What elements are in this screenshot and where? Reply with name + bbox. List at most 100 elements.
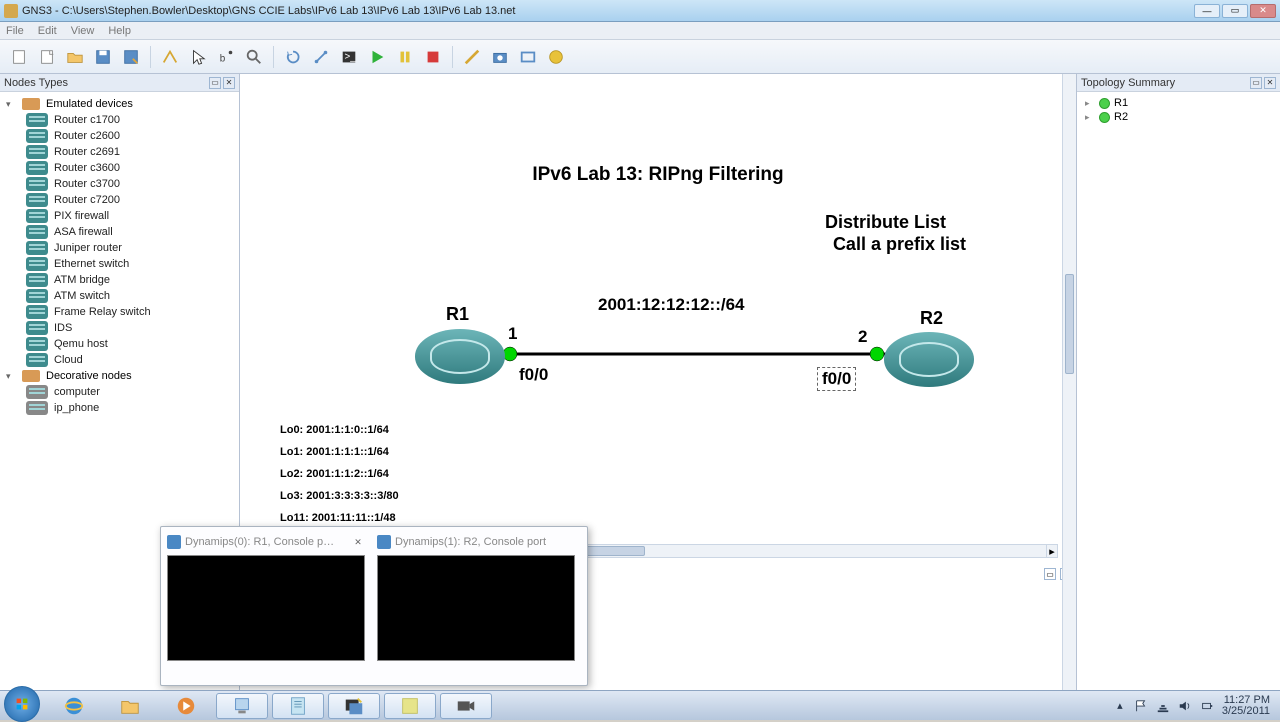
router-icon [26, 129, 48, 143]
expand-icon[interactable]: ▸ [1085, 112, 1095, 123]
taskbar-notepad[interactable] [272, 693, 324, 719]
taskbar-putty[interactable] [328, 693, 380, 719]
panel-undock-button[interactable]: ▭ [209, 77, 221, 89]
start-button[interactable] [364, 44, 390, 70]
taskbar-wmp[interactable] [160, 693, 212, 719]
node-label: ATM switch [54, 290, 110, 302]
power-icon[interactable] [1200, 699, 1214, 713]
router-r2[interactable] [884, 332, 974, 387]
maximize-button[interactable]: ▭ [1222, 4, 1248, 18]
topology-title: IPv6 Lab 13: RIPng Filtering [532, 164, 783, 186]
preview-thumb-r1[interactable] [167, 555, 365, 661]
nodes-panel-header: Nodes Types ▭ ✕ [0, 74, 239, 92]
ellipse-button[interactable] [543, 44, 569, 70]
node-type-item[interactable]: ASA firewall [2, 224, 237, 240]
router-icon [26, 177, 48, 191]
loopbacks-text: Lo0: 2001:1:1:0::1/64Lo1: 2001:1:1:1::1/… [280, 419, 399, 529]
node-type-item[interactable]: Router c7200 [2, 192, 237, 208]
save-button[interactable] [90, 44, 116, 70]
interface-r2[interactable]: f0/0 [817, 367, 856, 391]
preview-r1[interactable]: Dynamips(0): R1, Console p… ✕ [167, 533, 365, 679]
show-label-button[interactable]: b [213, 44, 239, 70]
start-button[interactable] [4, 686, 40, 722]
volume-icon[interactable] [1178, 699, 1192, 713]
new-button[interactable] [6, 44, 32, 70]
menu-view[interactable]: View [71, 25, 95, 37]
node-label: Router c7200 [54, 194, 120, 206]
summary-label: R1 [1114, 97, 1128, 109]
taskbar-gns3[interactable] [216, 693, 268, 719]
panel-close-button[interactable]: ✕ [223, 77, 235, 89]
clock[interactable]: 11:27 PM 3/25/2011 [1222, 695, 1270, 717]
node-type-item[interactable]: ip_phone [2, 400, 237, 416]
preview-thumb-r2[interactable] [377, 555, 575, 661]
router-icon [26, 113, 48, 127]
menu-file[interactable]: File [6, 25, 24, 37]
connect-button[interactable] [308, 44, 334, 70]
taskbar-sticky[interactable] [384, 693, 436, 719]
summary-item[interactable]: ▸ R1 [1081, 96, 1276, 110]
node-label: Router c3700 [54, 178, 120, 190]
close-button[interactable]: ✕ [1250, 4, 1276, 18]
expand-icon[interactable]: ▸ [1085, 98, 1095, 109]
status-icon [1099, 98, 1110, 109]
console-button[interactable]: >_ [336, 44, 362, 70]
stop-button[interactable] [420, 44, 446, 70]
node-type-item[interactable]: Router c3700 [2, 176, 237, 192]
node-type-item[interactable]: Router c2691 [2, 144, 237, 160]
node-type-item[interactable]: Cloud [2, 352, 237, 368]
device-icon [26, 385, 48, 399]
preview-title-r1: Dynamips(0): R1, Console p… [185, 536, 334, 548]
taskbar-camstudio[interactable] [440, 693, 492, 719]
summary-undock-button[interactable]: ▭ [1250, 77, 1262, 89]
status-icon [1099, 112, 1110, 123]
flag-icon[interactable] [1134, 699, 1148, 713]
node-type-item[interactable]: Qemu host [2, 336, 237, 352]
pause-button[interactable] [392, 44, 418, 70]
taskbar-preview-popup: Dynamips(0): R1, Console p… ✕ Dynamips(1… [160, 526, 588, 686]
rectangle-button[interactable] [515, 44, 541, 70]
canvas-scroll-right-button[interactable]: ▸ [1046, 544, 1058, 558]
menu-help[interactable]: Help [108, 25, 131, 37]
console-undock-button[interactable]: ▭ [1044, 568, 1056, 580]
topology-summary-header: Topology Summary ▭ ✕ [1077, 74, 1280, 92]
node-type-item[interactable]: ATM switch [2, 288, 237, 304]
preview-close-r1[interactable]: ✕ [351, 535, 365, 549]
router-icon [26, 193, 48, 207]
node-type-item[interactable]: Router c1700 [2, 112, 237, 128]
emulated-devices-category[interactable]: Emulated devices [2, 96, 237, 112]
node-type-item[interactable]: computer [2, 384, 237, 400]
summary-item[interactable]: ▸R2 [1081, 110, 1276, 124]
node-type-item[interactable]: Frame Relay switch [2, 304, 237, 320]
show-interface-button[interactable] [157, 44, 183, 70]
decorative-nodes-category[interactable]: Decorative nodes [2, 368, 237, 384]
canvas-v-scrollbar[interactable] [1065, 274, 1074, 374]
node-type-item[interactable]: Juniper router [2, 240, 237, 256]
zoom-button[interactable] [241, 44, 267, 70]
router-icon [26, 321, 48, 335]
taskbar-explorer[interactable] [104, 693, 156, 719]
new-blank-button[interactable] [34, 44, 60, 70]
menu-edit[interactable]: Edit [38, 25, 57, 37]
network-icon[interactable] [1156, 699, 1170, 713]
minimize-button[interactable]: — [1194, 4, 1220, 18]
node-type-item[interactable]: Router c2600 [2, 128, 237, 144]
node-type-item[interactable]: Ethernet switch [2, 256, 237, 272]
draw-line-button[interactable] [459, 44, 485, 70]
node-type-item[interactable]: IDS [2, 320, 237, 336]
node-type-item[interactable]: PIX firewall [2, 208, 237, 224]
node-type-item[interactable]: ATM bridge [2, 272, 237, 288]
node-label: Cloud [54, 354, 83, 366]
tray-show-hidden[interactable]: ▴ [1114, 700, 1126, 712]
save-as-button[interactable] [118, 44, 144, 70]
reload-button[interactable] [280, 44, 306, 70]
summary-close-button[interactable]: ✕ [1264, 77, 1276, 89]
open-button[interactable] [62, 44, 88, 70]
select-tool-button[interactable] [185, 44, 211, 70]
preview-r2[interactable]: Dynamips(1): R2, Console port ✕ [377, 533, 575, 679]
router-r1[interactable] [415, 329, 505, 384]
taskbar-ie[interactable] [48, 693, 100, 719]
node-type-item[interactable]: Router c3600 [2, 160, 237, 176]
router-icon [26, 273, 48, 287]
snapshot-button[interactable] [487, 44, 513, 70]
